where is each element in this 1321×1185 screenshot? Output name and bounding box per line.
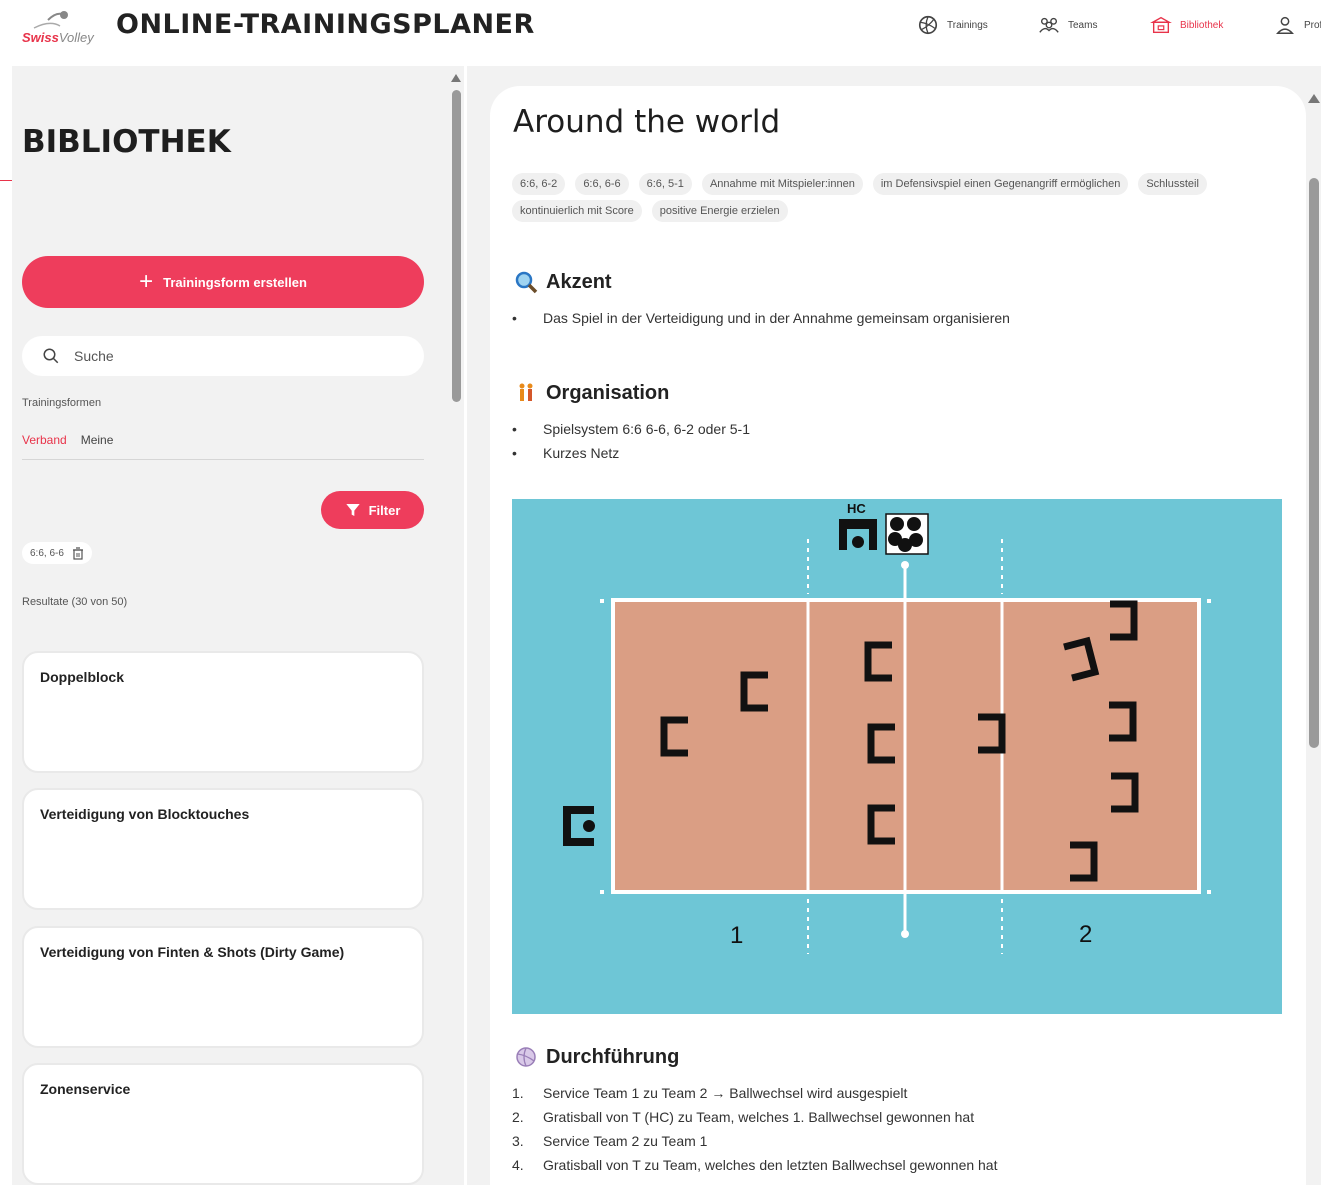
tag-chip: positive Energie erzielen [651, 200, 788, 222]
tab-verband[interactable]: Verband [22, 433, 67, 447]
filter-button[interactable]: Filter [321, 491, 424, 529]
search-icon [43, 348, 59, 364]
team-label-2: 2 [1079, 921, 1092, 948]
sidebar-scroll-thumb[interactable] [452, 90, 461, 402]
tag-chip: 6:6, 6-6 [575, 173, 629, 195]
court-diagram: HC 1 2 [512, 499, 1282, 1014]
training-card[interactable]: Verteidigung von Blocktouches [22, 788, 424, 910]
nav-label: Trainings [947, 19, 988, 31]
list-item-text: Gratisball von T zu Team, welches den le… [543, 1157, 998, 1173]
server-ball [583, 820, 595, 832]
detail-scroll-thumb[interactable] [1309, 178, 1319, 748]
training-card[interactable]: Verteidigung von Finten & Shots (Dirty G… [22, 926, 424, 1048]
tag-chip: 6:6, 6-2 [512, 173, 566, 195]
tag-chip: 6:6, 5-1 [638, 173, 692, 195]
tag-chip: kontinuierlich mit Score [512, 200, 642, 222]
list-item: 2. Gratisball von T (HC) zu Team, welches… [512, 1109, 998, 1133]
list-item-text: Gratisball von T (HC) zu Team, welches 1… [543, 1109, 975, 1125]
card-title: Verteidigung von Finten & Shots (Dirty G… [40, 944, 345, 960]
search-placeholder: Suche [74, 348, 114, 364]
ball [898, 538, 912, 552]
list-item-text: Service Team 2 zu Team 1 [543, 1133, 708, 1149]
top-bar: SwissVolley ONLINE-TRAININGSPLANER Train… [0, 0, 1321, 62]
training-card[interactable]: Zonenservice [22, 1063, 424, 1185]
exercise-title: Around the world [513, 104, 781, 140]
nav-teams[interactable]: Teams [1038, 14, 1097, 36]
ball [890, 517, 904, 531]
corner-mark [1207, 599, 1211, 603]
tabs-divider [22, 459, 424, 460]
app-title: ONLINE-TRAININGSPLANER [116, 9, 535, 40]
logo-wordmark: SwissVolley [22, 30, 94, 45]
durchfuehrung-list: 1. Service Team 1 zu Team 2 → Ballwechsel… [512, 1085, 998, 1181]
filter-label: Filter [368, 502, 401, 518]
list-item: 3. Service Team 2 zu Team 1 [512, 1133, 998, 1157]
team-label-1: 1 [730, 922, 743, 949]
accent-line [0, 180, 12, 181]
people-icon [519, 383, 533, 401]
coach-label: HC [847, 501, 866, 516]
card-title: Doppelblock [40, 669, 125, 685]
card-title: Verteidigung von Blocktouches [40, 806, 250, 822]
library-title: BIBLIOTHEK [22, 124, 231, 160]
list-item: 4. Gratisball von T zu Team, welches den … [512, 1157, 998, 1181]
net-post-top [901, 561, 909, 569]
plus-icon: + [139, 268, 154, 295]
nav-label: Prof [1304, 19, 1321, 31]
corner-mark [1207, 890, 1211, 894]
net-post-bottom [901, 930, 909, 938]
funnel-icon [345, 504, 360, 516]
card-title: Zonenservice [40, 1081, 131, 1097]
library-sidebar: BIBLIOTHEK + Trainingsform erstellen Suc… [12, 66, 464, 1185]
list-item: • Kurzes Netz [512, 445, 750, 469]
nav-label: Teams [1068, 19, 1098, 31]
create-button-label: Trainingsform erstellen [163, 274, 307, 290]
create-trainingform-button[interactable]: + Trainingsform erstellen [22, 256, 424, 308]
list-item-text: Spielsystem 6:6 6-6, 6-2 oder 5-1 [543, 421, 750, 437]
magnifier-icon [515, 271, 538, 294]
tag-chip: im Defensivspiel einen Gegenangriff ermö… [872, 173, 1129, 195]
akzent-list: • Das Spiel in der Verteidigung und in de… [512, 310, 1010, 334]
library-icon [1150, 16, 1172, 34]
corner-mark [600, 890, 604, 894]
organisation-heading: Organisation [514, 381, 669, 405]
akzent-heading: Akzent [514, 270, 612, 294]
nav-label: Bibliothek [1180, 19, 1224, 31]
nav-trainings[interactable]: Trainings [917, 14, 988, 36]
nav-bibliothek[interactable]: Bibliothek [1150, 14, 1223, 36]
organisation-list: • Spielsystem 6:6 6-6, 6-2 oder 5-1 • Kurz… [512, 421, 750, 469]
volleyball-icon [918, 15, 938, 35]
ball [907, 517, 921, 531]
tag-chip: Schlussteil [1138, 173, 1207, 195]
nav-profile[interactable]: Prof [1274, 14, 1321, 36]
results-count: Resultate (30 von 50) [22, 596, 128, 608]
list-item: 1. Service Team 1 zu Team 2 → Ballwechsel… [512, 1085, 998, 1109]
volleyball-icon [516, 1047, 536, 1067]
profile-icon [1276, 16, 1294, 34]
tab-meine[interactable]: Meine [81, 433, 114, 447]
section-label: Trainingsformen [22, 397, 102, 409]
scroll-up-arrow[interactable] [1307, 92, 1321, 104]
organisation-title: Organisation [546, 381, 670, 404]
library-tabs: Verband Meine [22, 433, 113, 447]
corner-mark [600, 599, 604, 603]
active-filter-chip: 6:6, 6-6 [22, 542, 92, 564]
list-item: • Das Spiel in der Verteidigung und in de… [512, 310, 1010, 334]
tag-list: 6:6, 6-2 6:6, 6-6 6:6, 5-1 Annahme mit M… [512, 173, 1292, 222]
list-item: • Spielsystem 6:6 6-6, 6-2 oder 5-1 [512, 421, 750, 445]
coach-ball [852, 536, 864, 548]
akzent-title: Akzent [546, 270, 612, 293]
list-item-text: Service Team 1 zu Team 2 → Ballwechsel w… [543, 1085, 908, 1101]
durchfuehrung-title: Durchführung [546, 1045, 680, 1068]
tag-chip: Annahme mit Mitspieler:innen [701, 173, 863, 195]
training-card[interactable]: Doppelblock [22, 651, 424, 773]
durchfuehrung-heading: Durchführung [514, 1045, 679, 1069]
list-item-text: Kurzes Netz [543, 445, 620, 461]
search-input[interactable]: Suche [22, 336, 424, 376]
list-item-text: Das Spiel in der Verteidigung und in der… [543, 310, 1010, 326]
filter-chip-label: 6:6, 6-6 [30, 547, 64, 559]
trash-icon[interactable] [72, 546, 84, 560]
team-icon [1039, 17, 1059, 33]
